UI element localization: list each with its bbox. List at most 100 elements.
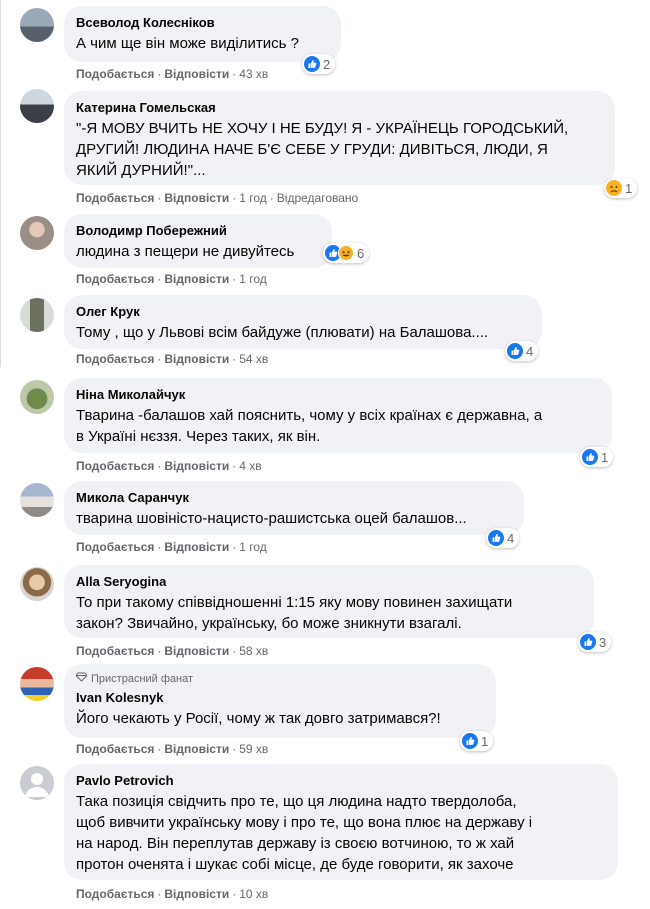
comment-author[interactable]: Ніна Миколайчук [76, 386, 600, 403]
reaction-count: 3 [599, 634, 607, 650]
comment-time[interactable]: 59 хв [239, 742, 268, 756]
comment-actions: Подобається · Відповісти · 4 хв [76, 458, 262, 474]
comment-author[interactable]: Alla Seryogina [76, 573, 582, 590]
separator: · [232, 742, 237, 756]
like-icon [507, 343, 523, 359]
comment-text: щоб вивчити українську мову і про те, що… [76, 814, 533, 831]
avatar[interactable] [20, 567, 54, 601]
comment-text: Така позиція свідчить про те, що ця люди… [76, 793, 517, 810]
comment-author[interactable]: Ivan Kolesnyk [76, 689, 484, 706]
reaction-summary[interactable]: 3 [578, 632, 612, 652]
comment-author[interactable]: Микола Саранчук [76, 489, 512, 506]
reaction-count: 4 [526, 343, 534, 359]
comment-bubble: Володимр Побережний людина з пещери не д… [64, 214, 332, 268]
like-button[interactable]: Подобається [76, 67, 154, 81]
reply-button[interactable]: Відповісти [164, 540, 229, 554]
reaction-count: 1 [481, 733, 489, 749]
comment-time[interactable]: 1 год [239, 272, 267, 286]
like-button[interactable]: Подобається [76, 540, 154, 554]
comment-time[interactable]: 54 хв [239, 352, 268, 366]
avatar[interactable] [20, 298, 54, 332]
comment-actions: Подобається · Відповісти · 1 год · Відредагова… [76, 190, 358, 206]
avatar[interactable] [20, 766, 54, 800]
reaction-summary[interactable]: 1 [604, 178, 638, 198]
separator: · [157, 644, 162, 658]
like-icon [462, 733, 478, 749]
comment-time[interactable]: 43 хв [239, 67, 268, 81]
comment-text: ДРУГИЙ! ЛЮДИНА НАЧЕ Б'Є СЕБЕ У ГРУДИ: ДИ… [76, 141, 548, 158]
comment-bubble: Pavlo Petrovich Така позиція свідчить пр… [64, 764, 618, 880]
reaction-summary[interactable]: 4 [486, 528, 520, 548]
avatar[interactable] [20, 216, 54, 250]
like-button[interactable]: Подобається [76, 459, 154, 473]
reaction-summary[interactable]: 6 [323, 243, 370, 263]
comment-text: Тому , що у Львові всім байдуже (плювати… [76, 324, 489, 341]
reaction-summary[interactable]: 1 [580, 447, 614, 467]
comment-text: на народ. Він переплутав державу із своє… [76, 835, 515, 852]
comment-time[interactable]: 4 хв [239, 459, 261, 473]
like-button[interactable]: Подобається [76, 191, 154, 205]
avatar[interactable] [20, 380, 54, 414]
separator: · [157, 459, 162, 473]
divider [0, 0, 1, 367]
reply-button[interactable]: Відповісти [164, 191, 229, 205]
separator: · [157, 742, 162, 756]
comment-bubble: Катерина Гомельская "-Я МОВУ ВЧИТЬ НЕ ХО… [64, 91, 615, 185]
avatar[interactable] [20, 667, 54, 701]
comment-text: ЯКИЙ ДУРНИЙ!"... [76, 162, 206, 179]
reply-button[interactable]: Відповісти [164, 352, 229, 366]
like-button[interactable]: Подобається [76, 644, 154, 658]
comment-time[interactable]: 58 хв [239, 644, 268, 658]
sad-icon [606, 180, 622, 196]
separator: · [232, 352, 237, 366]
comment-time[interactable]: 1 год [239, 191, 267, 205]
like-button[interactable]: Подобається [76, 742, 154, 756]
reaction-count: 2 [323, 56, 331, 72]
comment-time[interactable]: 1 год [239, 540, 267, 554]
comment-actions: Подобається · Відповісти · 58 хв [76, 643, 268, 659]
comment-actions: Подобається · Відповісти · 54 хв [76, 351, 268, 367]
comment-actions: Подобається · Відповісти · 1 год [76, 539, 267, 555]
avatar[interactable] [20, 8, 54, 42]
comment-text: закон? Звичайно, українську, бо може зни… [76, 615, 462, 632]
comment-author[interactable]: Pavlo Petrovich [76, 772, 606, 789]
comment-author[interactable]: Катерина Гомельская [76, 99, 603, 116]
comment-text: А чим ще він може виділитись ? [76, 35, 299, 52]
comment-bubble: Ніна Миколайчук Тварина -балашов хай поя… [64, 378, 612, 453]
reaction-summary[interactable]: 1 [460, 731, 494, 751]
like-icon [488, 530, 504, 546]
like-button[interactable]: Подобається [76, 272, 154, 286]
default-avatar-icon [25, 773, 49, 797]
reply-button[interactable]: Відповісти [164, 459, 229, 473]
avatar[interactable] [20, 483, 54, 517]
comment-author[interactable]: Всеволод Колесніков [76, 14, 329, 31]
reaction-count: 1 [625, 180, 633, 196]
reaction-summary[interactable]: 2 [302, 54, 336, 74]
separator: · [232, 272, 237, 286]
comment-time[interactable]: 10 хв [239, 887, 268, 901]
comment-bubble: Всеволод Колесніков А чим ще він може ви… [64, 6, 341, 62]
reply-button[interactable]: Відповісти [164, 742, 229, 756]
haha-icon [338, 245, 354, 261]
fan-badge[interactable]: Пристрасний фанат [75, 672, 484, 686]
separator: · [269, 191, 274, 205]
diamond-icon [75, 672, 88, 686]
comment-actions: Подобається · Відповісти · 10 хв [76, 886, 268, 902]
comment-actions: Подобається · Відповісти · 43 хв [76, 66, 268, 82]
reaction-summary[interactable]: 4 [505, 341, 539, 361]
like-button[interactable]: Подобається [76, 352, 154, 366]
reply-button[interactable]: Відповісти [164, 67, 229, 81]
reply-button[interactable]: Відповісти [164, 887, 229, 901]
separator: · [157, 540, 162, 554]
separator: · [232, 191, 237, 205]
reply-button[interactable]: Відповісти [164, 644, 229, 658]
avatar[interactable] [20, 89, 54, 123]
comment-text: протон оченята і шукає собі місце, де бу… [76, 856, 514, 873]
like-button[interactable]: Подобається [76, 887, 154, 901]
reply-button[interactable]: Відповісти [164, 272, 229, 286]
comment-author[interactable]: Володимр Побережний [76, 222, 320, 239]
comment-bubble: Микола Саранчук тварина шовіністо-нацист… [64, 481, 524, 535]
comment-text: в Україні нєззя. Через таких, як він. [76, 428, 321, 445]
edited-label[interactable]: Відредаговано [277, 191, 358, 205]
comment-author[interactable]: Олег Крук [76, 303, 530, 320]
